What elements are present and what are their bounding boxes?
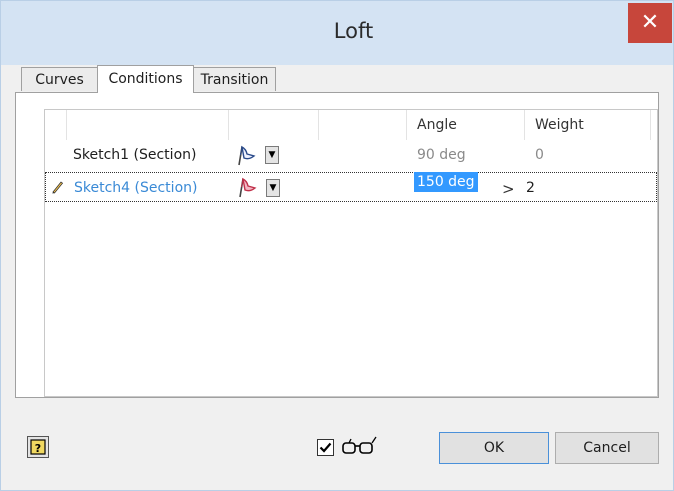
angle-value[interactable]: 90 deg: [417, 140, 466, 170]
conditions-panel: Angle Weight Sketch1 (Section) ▼ 90 deg …: [15, 92, 659, 398]
section-name: Sketch4 (Section): [74, 180, 198, 196]
table-row[interactable]: Sketch4 (Section) ▼ 150 deg > 2: [45, 172, 657, 202]
table-row[interactable]: Sketch1 (Section) ▼ 90 deg 0: [45, 140, 657, 170]
dropdown-arrow-icon: ▼: [268, 150, 276, 160]
tab-label: Transition: [200, 72, 269, 88]
loft-dialog: Loft ✕ Curves Conditions Transition Angl…: [0, 0, 674, 491]
grid-header-name: [67, 110, 229, 140]
expand-arrow-icon[interactable]: >: [502, 174, 515, 204]
preview-checkbox[interactable]: [317, 439, 334, 456]
condition-dropdown[interactable]: ▼: [265, 146, 279, 164]
ok-button[interactable]: OK: [439, 432, 549, 464]
help-button[interactable]: ?: [27, 436, 49, 458]
grid-header-angle[interactable]: Angle: [407, 110, 525, 140]
cancel-button[interactable]: Cancel: [555, 432, 659, 464]
svg-text:?: ?: [35, 442, 41, 455]
section-name: Sketch1 (Section): [73, 147, 197, 163]
grid-header-weight[interactable]: Weight: [525, 110, 651, 140]
glasses-icon: [339, 433, 379, 461]
tab-curves[interactable]: Curves: [21, 67, 98, 91]
dialog-body: Curves Conditions Transition Angle Weigh…: [11, 65, 661, 480]
close-icon: ✕: [640, 10, 660, 35]
pencil-icon: [50, 179, 64, 194]
grid-header-condition: [229, 110, 319, 140]
tab-label: Curves: [35, 72, 84, 88]
grid-header-blank: [319, 110, 407, 140]
weight-value[interactable]: 2: [526, 173, 535, 203]
weight-value[interactable]: 0: [535, 140, 544, 170]
grid-header-indicator: [45, 110, 67, 140]
checkmark-icon: [319, 442, 332, 453]
tab-label: Conditions: [108, 71, 183, 87]
close-button[interactable]: ✕: [628, 3, 672, 43]
tab-transition[interactable]: Transition: [193, 67, 276, 91]
dropdown-arrow-icon: ▼: [269, 183, 277, 193]
flag-icon: [234, 176, 258, 200]
tab-conditions[interactable]: Conditions: [97, 65, 194, 93]
dialog-title: Loft: [333, 19, 374, 43]
flag-icon: [233, 144, 257, 168]
angle-edit-input[interactable]: 150 deg: [414, 172, 478, 192]
help-icon: ?: [30, 439, 46, 455]
title-bar: Loft ✕: [1, 1, 673, 65]
dialog-footer: ? OK Cancel: [11, 415, 661, 480]
condition-dropdown[interactable]: ▼: [266, 179, 280, 197]
conditions-grid: Angle Weight Sketch1 (Section) ▼ 90 deg …: [44, 109, 658, 397]
